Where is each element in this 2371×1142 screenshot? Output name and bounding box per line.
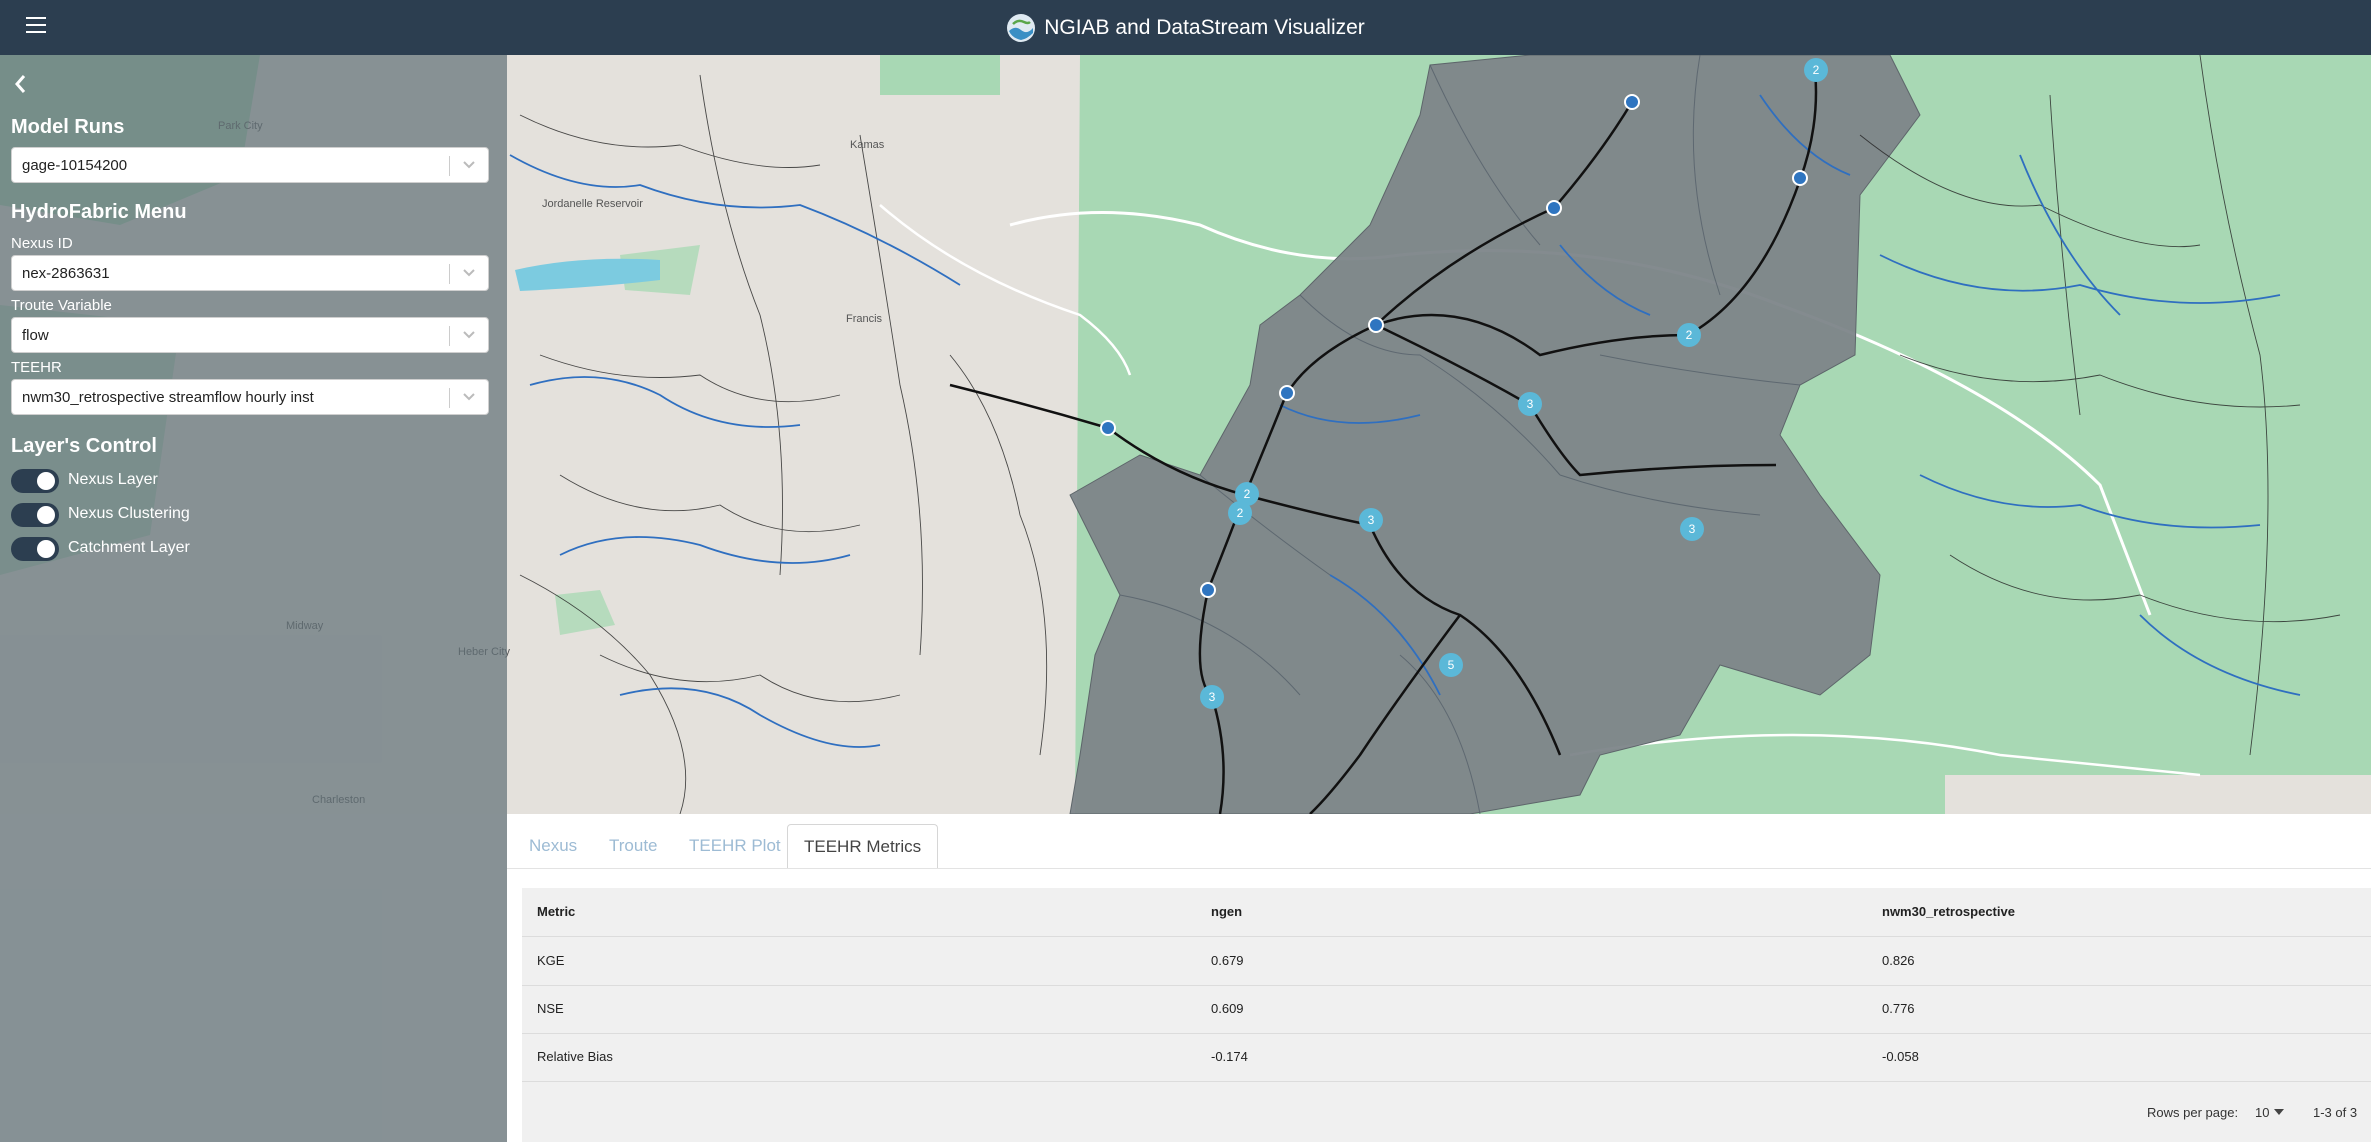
- cluster-marker[interactable]: 3: [1200, 685, 1224, 709]
- brand: NGIAB and DataStream Visualizer: [0, 0, 2371, 55]
- top-bar: NGIAB and DataStream Visualizer: [0, 0, 2371, 55]
- cluster-count: 3: [1527, 397, 1534, 411]
- table-cell: NSE: [537, 1001, 564, 1016]
- tab-bar: Nexus Troute TEEHR Plot TEEHR Metrics: [507, 814, 2371, 869]
- tab-nexus[interactable]: Nexus: [529, 824, 577, 868]
- chevron-down-icon: [463, 331, 475, 339]
- bottom-panel: Nexus Troute TEEHR Plot TEEHR Metrics Me…: [507, 814, 2371, 1142]
- table-cell: KGE: [537, 953, 565, 968]
- table-cell: 0.776: [1882, 1001, 1915, 1016]
- tab-teehr-metrics[interactable]: TEEHR Metrics: [787, 824, 939, 869]
- cluster-count: 2: [1244, 487, 1251, 501]
- teehr-value: nwm30_retrospective streamflow hourly in…: [22, 389, 314, 406]
- metrics-table: Metric ngen nwm30_retrospective KGE 0.67…: [522, 888, 2371, 1142]
- cluster-count: 2: [1686, 328, 1693, 342]
- cluster-count: 2: [1813, 63, 1820, 77]
- layers-control-heading: Layer's Control: [11, 435, 157, 457]
- chevron-down-icon: [463, 161, 475, 169]
- side-panel: Model Runs gage-10154200 HydroFabric Men…: [0, 55, 507, 1142]
- caret-down-icon[interactable]: [2274, 1109, 2284, 1116]
- back-chevron-icon[interactable]: [12, 71, 28, 97]
- chevron-down-icon: [463, 269, 475, 277]
- model-runs-heading: Model Runs: [11, 116, 125, 138]
- rows-per-page-label: Rows per page:: [2147, 1105, 2239, 1120]
- nexus-layer-toggle[interactable]: [11, 469, 59, 493]
- select-separator: [449, 156, 450, 176]
- cluster-count: 5: [1448, 658, 1455, 672]
- select-separator: [449, 264, 450, 284]
- table-row: Relative Bias -0.174 -0.058: [522, 1033, 2371, 1082]
- tab-divider: [507, 868, 2371, 869]
- cluster-count: 2: [1237, 506, 1244, 520]
- select-separator: [449, 388, 450, 408]
- table-row: NSE 0.609 0.776: [522, 985, 2371, 1034]
- cluster-marker[interactable]: 2: [1677, 323, 1701, 347]
- chevron-down-icon: [463, 393, 475, 401]
- column-header-ngen[interactable]: ngen: [1211, 904, 1242, 919]
- cluster-marker[interactable]: 2: [1804, 58, 1828, 82]
- teehr-label: TEEHR: [11, 359, 62, 376]
- place-label: Francis: [846, 313, 883, 325]
- cluster-count: 3: [1689, 522, 1696, 536]
- table-cell: 0.609: [1211, 1001, 1244, 1016]
- troute-variable-label: Troute Variable: [11, 297, 112, 314]
- model-run-select[interactable]: gage-10154200: [11, 147, 489, 183]
- tab-teehr-plot[interactable]: TEEHR Plot: [689, 824, 781, 868]
- rows-per-page-select[interactable]: 10: [2255, 1105, 2269, 1120]
- logo-icon: [1007, 13, 1036, 42]
- troute-variable-value: flow: [22, 327, 49, 344]
- model-run-value: gage-10154200: [22, 157, 128, 174]
- nexus-id-select[interactable]: nex-2863631: [11, 255, 489, 291]
- nexus-id-label: Nexus ID: [11, 235, 73, 252]
- cluster-marker[interactable]: 3: [1680, 517, 1704, 541]
- cluster-marker[interactable]: 3: [1359, 508, 1383, 532]
- table-pagination: Rows per page: 10 1-3 of 3: [522, 1090, 2371, 1140]
- table-cell: Relative Bias: [537, 1049, 613, 1064]
- table-cell: 0.826: [1882, 953, 1915, 968]
- table-cell: -0.174: [1211, 1049, 1248, 1064]
- teehr-select[interactable]: nwm30_retrospective streamflow hourly in…: [11, 379, 489, 415]
- troute-variable-select[interactable]: flow: [11, 317, 489, 353]
- nexus-clustering-toggle[interactable]: [11, 503, 59, 527]
- nexus-id-value: nex-2863631: [22, 265, 110, 282]
- cluster-marker[interactable]: 2: [1228, 501, 1252, 525]
- table-cell: -0.058: [1882, 1049, 1919, 1064]
- cluster-marker[interactable]: 5: [1439, 653, 1463, 677]
- select-separator: [449, 326, 450, 346]
- nexus-layer-label: Nexus Layer: [68, 471, 158, 488]
- catchment-layer-toggle[interactable]: [11, 537, 59, 561]
- tab-troute[interactable]: Troute: [609, 824, 658, 868]
- catchment-layer-label: Catchment Layer: [68, 539, 190, 556]
- cluster-count: 3: [1368, 513, 1375, 527]
- cluster-count: 3: [1209, 690, 1216, 704]
- column-header-nwm30[interactable]: nwm30_retrospective: [1882, 904, 2015, 919]
- pagination-range: 1-3 of 3: [2313, 1105, 2358, 1120]
- table-cell: 0.679: [1211, 953, 1244, 968]
- column-header-metric[interactable]: Metric: [537, 904, 575, 919]
- app-title: NGIAB and DataStream Visualizer: [1044, 15, 1365, 39]
- place-label: Jordanelle Reservoir: [542, 198, 643, 210]
- place-label: Kamas: [850, 139, 885, 151]
- table-header-row: Metric ngen nwm30_retrospective: [522, 888, 2371, 937]
- cluster-marker[interactable]: 3: [1518, 392, 1542, 416]
- nexus-clustering-label: Nexus Clustering: [68, 505, 190, 522]
- hydrofabric-heading: HydroFabric Menu: [11, 201, 187, 223]
- table-row: KGE 0.679 0.826: [522, 937, 2371, 986]
